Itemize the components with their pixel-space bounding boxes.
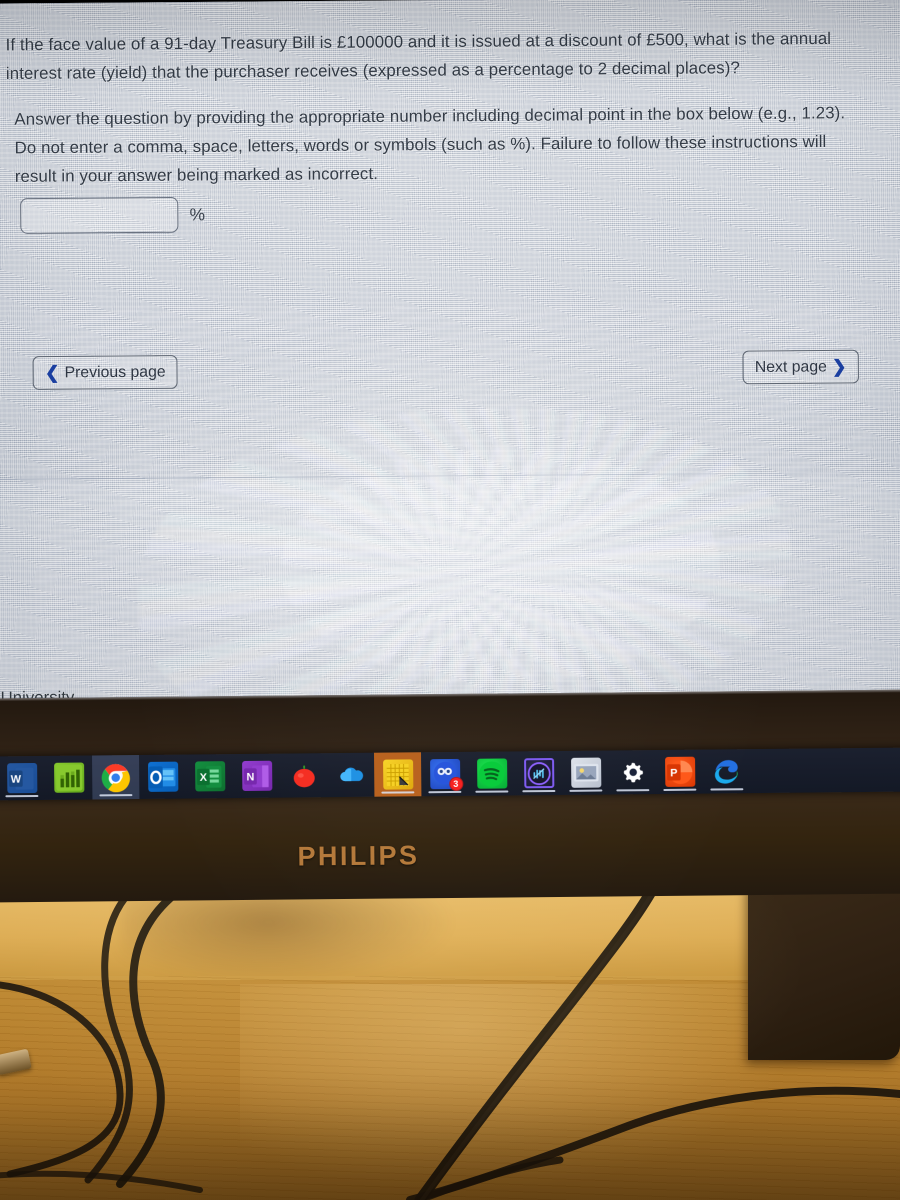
headphone-ring-icon bbox=[523, 758, 554, 789]
running-indicator bbox=[5, 794, 39, 798]
taskbar-item-stats-app[interactable] bbox=[45, 755, 92, 799]
philips-brand-logo: PHILIPS bbox=[297, 840, 420, 872]
cable-main-highlight bbox=[420, 884, 660, 1200]
svg-text:X: X bbox=[200, 771, 208, 783]
bar-chart-icon bbox=[53, 762, 84, 793]
edge-icon bbox=[712, 756, 742, 786]
section-divider bbox=[0, 471, 900, 480]
taskbar-item-audio-app[interactable] bbox=[515, 751, 562, 795]
percent-label: % bbox=[189, 204, 206, 224]
desk-scene bbox=[0, 884, 900, 1200]
excel-icon: X bbox=[194, 761, 225, 792]
running-indicator bbox=[475, 790, 509, 793]
chevron-left-icon: ❮ bbox=[44, 363, 60, 383]
running-indicator bbox=[381, 790, 415, 794]
taskbar-item-outlook[interactable] bbox=[139, 755, 186, 799]
photo-icon bbox=[570, 757, 601, 788]
running-indicator bbox=[663, 788, 697, 791]
next-page-label: Next page bbox=[754, 357, 827, 376]
taskbar-item-word[interactable]: W bbox=[0, 756, 45, 800]
next-page-button[interactable]: Next page ❯ bbox=[742, 349, 859, 385]
chevron-right-icon: ❯ bbox=[831, 356, 847, 377]
answer-input[interactable] bbox=[20, 196, 179, 234]
svg-text:P: P bbox=[670, 767, 677, 779]
messages-circle-icon: 3 bbox=[429, 758, 463, 792]
answer-instructions: Answer the question by providing the app… bbox=[14, 104, 846, 187]
notepad-icon bbox=[382, 759, 413, 790]
svg-text:W: W bbox=[11, 773, 22, 785]
taskbar-item-photos[interactable] bbox=[562, 750, 609, 794]
chrome-icon bbox=[101, 762, 131, 792]
taskbar-item-settings[interactable] bbox=[609, 750, 656, 794]
taskbar-item-powerpoint[interactable]: P bbox=[656, 750, 703, 794]
running-indicator bbox=[99, 793, 133, 797]
cable-curve-left-low bbox=[0, 981, 124, 1178]
running-indicator bbox=[569, 789, 603, 792]
cables-group bbox=[0, 884, 900, 1200]
gear-icon bbox=[618, 757, 648, 787]
answer-row: % bbox=[20, 196, 206, 234]
running-indicator bbox=[428, 790, 462, 794]
cable-loop-left bbox=[116, 890, 179, 1188]
taskbar-badge-messages: 3 bbox=[448, 776, 463, 792]
powerpoint-icon: P bbox=[664, 756, 695, 787]
outlook-icon bbox=[147, 761, 178, 792]
onenote-icon: N bbox=[241, 760, 272, 792]
taskbar-item-edge[interactable] bbox=[703, 749, 750, 793]
previous-page-label: Previous page bbox=[64, 362, 166, 381]
running-indicator bbox=[710, 787, 744, 791]
question-text: If the face value of a 91-day Treasury B… bbox=[5, 29, 832, 84]
monitor-screen: If the face value of a 91-day Treasury B… bbox=[0, 0, 900, 720]
word-icon: W bbox=[6, 762, 37, 794]
photo-of-monitor-scene: If the face value of a 91-day Treasury B… bbox=[0, 0, 900, 1200]
taskbar-item-notepad[interactable] bbox=[374, 752, 422, 797]
quiz-page: If the face value of a 91-day Treasury B… bbox=[0, 0, 900, 720]
taskbar-item-messages[interactable]: 3 bbox=[421, 752, 468, 796]
cable-bottom-left bbox=[0, 1170, 203, 1193]
previous-page-button[interactable]: ❮ Previous page bbox=[32, 355, 178, 390]
taskbar-item-chrome[interactable] bbox=[92, 754, 140, 800]
tomato-icon bbox=[289, 760, 319, 790]
running-indicator bbox=[522, 789, 556, 793]
taskbar-item-spotify[interactable] bbox=[468, 751, 515, 795]
taskbar-item-onedrive[interactable] bbox=[327, 753, 374, 797]
taskbar-item-excel[interactable]: X bbox=[186, 754, 233, 798]
running-indicator bbox=[616, 788, 650, 792]
spotify-icon bbox=[476, 758, 507, 789]
taskbar-item-onenote[interactable]: N bbox=[233, 754, 280, 798]
svg-text:N: N bbox=[246, 771, 254, 783]
cloud-icon bbox=[336, 760, 366, 790]
taskbar-item-pomodoro[interactable] bbox=[280, 753, 327, 797]
windows-taskbar[interactable]: W X N 3 P bbox=[0, 747, 900, 801]
